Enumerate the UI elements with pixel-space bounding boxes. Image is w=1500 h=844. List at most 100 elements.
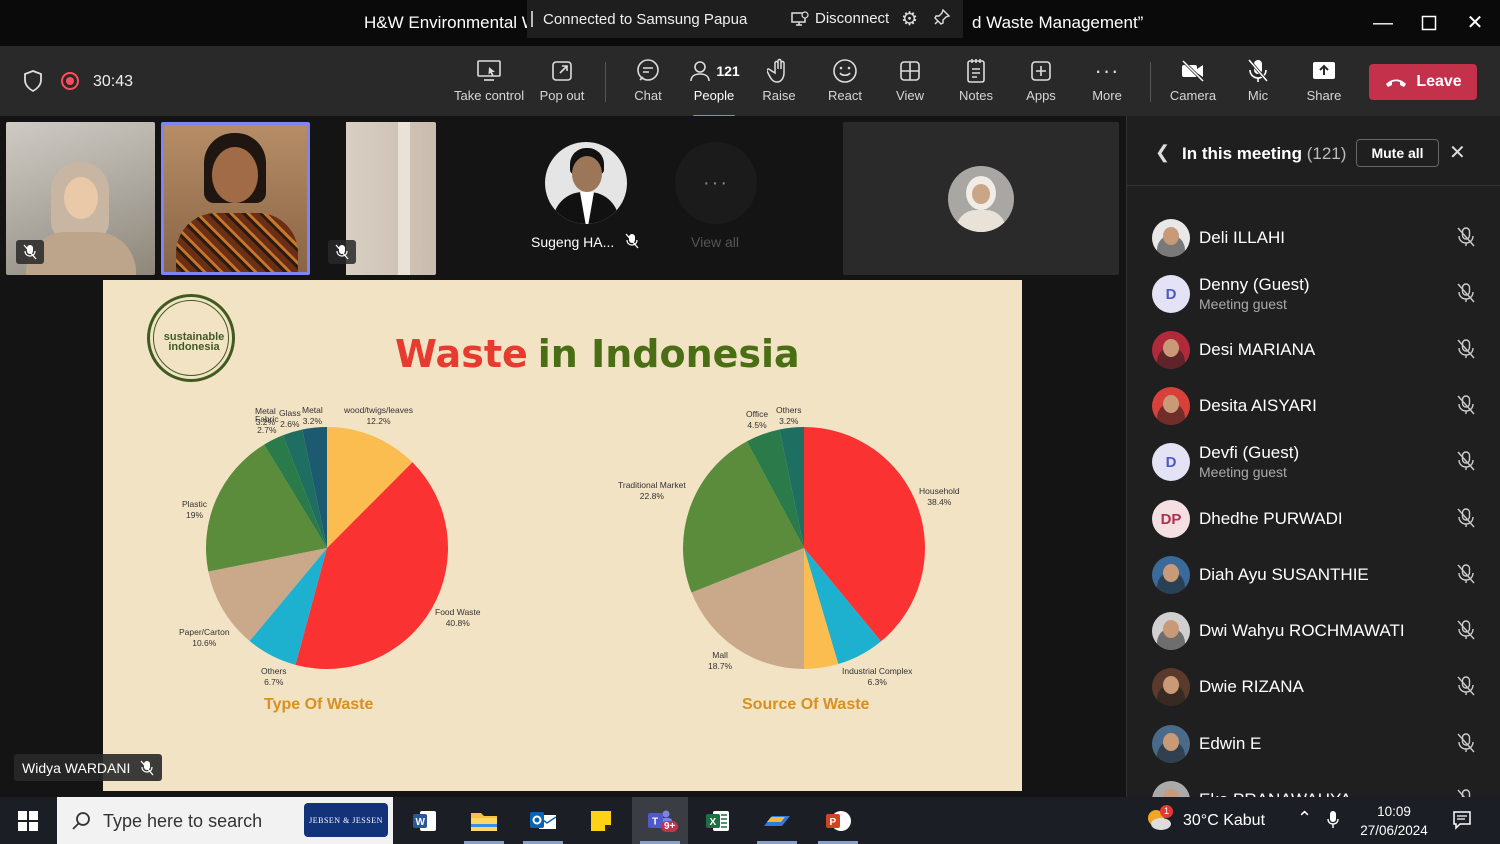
people-button[interactable]: 121 People bbox=[679, 56, 749, 118]
mic-off-icon bbox=[1457, 227, 1475, 247]
panel-title: In this meeting (121) bbox=[1182, 144, 1346, 164]
mic-button[interactable]: Mic bbox=[1223, 56, 1293, 112]
participant-avatar[interactable] bbox=[545, 142, 627, 224]
presenter-name: Widya WARDANI bbox=[22, 759, 131, 776]
mic-off-icon bbox=[1457, 283, 1475, 303]
pie-label-value: 10.6% bbox=[192, 638, 217, 648]
mute-all-button[interactable]: Mute all bbox=[1356, 139, 1439, 167]
camera-off-icon bbox=[1158, 56, 1228, 86]
participant-name: Deli ILLAHI bbox=[1199, 228, 1285, 247]
participant-row[interactable]: D Devfi (Guest) Meeting guest bbox=[1127, 434, 1500, 490]
pie-label-value: 3.2% bbox=[302, 416, 323, 426]
powerpoint-app[interactable]: P bbox=[810, 797, 866, 844]
participant-row[interactable]: Desita AISYARI bbox=[1127, 378, 1500, 434]
excel-app[interactable]: X bbox=[690, 797, 746, 844]
weather-alert-badge: 1 bbox=[1160, 805, 1173, 818]
shield-icon[interactable] bbox=[23, 70, 43, 97]
participant-name: Dwie RIZANA bbox=[1199, 677, 1304, 696]
pie-label-value: 3.2% bbox=[779, 416, 799, 426]
participant-avatar bbox=[1152, 387, 1190, 425]
more-label: More bbox=[1092, 88, 1122, 103]
share-icon bbox=[1289, 56, 1359, 86]
notification-center-icon[interactable] bbox=[1452, 810, 1472, 830]
mic-off-icon bbox=[1457, 676, 1475, 696]
pop-out-button[interactable]: Pop out bbox=[527, 56, 597, 112]
active-speaker-video-tile[interactable] bbox=[161, 122, 310, 275]
svg-text:W: W bbox=[416, 817, 426, 828]
chevron-left-icon[interactable]: ❮ bbox=[1155, 142, 1170, 163]
avatar-photo bbox=[1163, 339, 1179, 357]
notes-button[interactable]: Notes bbox=[941, 56, 1011, 112]
apps-button[interactable]: Apps bbox=[1006, 56, 1076, 112]
teams-app[interactable]: T 9+ bbox=[632, 797, 688, 844]
raise-hand-button[interactable]: Raise bbox=[744, 56, 814, 112]
chevron-up-icon[interactable]: ⌃ bbox=[1297, 808, 1312, 829]
participant-row[interactable]: DP Dhedhe PURWADI bbox=[1127, 491, 1500, 547]
taskbar-clock[interactable]: 10:09 27/06/2024 bbox=[1346, 802, 1442, 840]
taskbar-search-box[interactable]: Type here to search JEBSEN & JESSEN bbox=[57, 797, 393, 844]
pinned-app[interactable] bbox=[749, 797, 805, 844]
mic-off-icon bbox=[1457, 339, 1475, 359]
pie-label-value: 6.3% bbox=[867, 677, 887, 687]
notes-label: Notes bbox=[959, 88, 993, 103]
people-label: People bbox=[693, 88, 735, 103]
view-button[interactable]: View bbox=[875, 56, 945, 112]
participant-row[interactable]: D Denny (Guest) Meeting guest bbox=[1127, 266, 1500, 322]
weather-text[interactable]: 30°C Kabut bbox=[1183, 812, 1265, 830]
take-control-icon bbox=[454, 56, 524, 86]
grid-view-icon bbox=[875, 56, 945, 86]
participant-video-tile[interactable] bbox=[843, 122, 1119, 275]
react-button[interactable]: React bbox=[810, 56, 880, 112]
muted-badge bbox=[328, 240, 356, 264]
participant-row[interactable]: Dwi Wahyu ROCHMAWATI bbox=[1127, 603, 1500, 659]
start-button[interactable] bbox=[0, 797, 56, 844]
participant-avatar bbox=[1152, 668, 1190, 706]
muted-badge bbox=[16, 240, 44, 264]
participant-video-tile[interactable] bbox=[6, 122, 155, 275]
participant-row[interactable]: Dwie RIZANA bbox=[1127, 659, 1500, 715]
outlook-app[interactable] bbox=[515, 797, 571, 844]
wall-edge bbox=[398, 122, 410, 275]
settings-gear-icon[interactable]: ⚙ bbox=[901, 8, 918, 31]
close-window-button[interactable]: ✕ bbox=[1460, 8, 1490, 38]
jebsen-jessen-brand[interactable]: JEBSEN & JESSEN bbox=[304, 803, 388, 837]
sticky-notes-app[interactable] bbox=[573, 797, 629, 844]
chat-button[interactable]: Chat bbox=[613, 56, 683, 112]
apps-label: Apps bbox=[1026, 88, 1056, 103]
window-title-continued: d Waste Management” bbox=[972, 13, 1144, 32]
avatar-face bbox=[572, 156, 602, 192]
pie-label-value: 40.8% bbox=[445, 618, 470, 628]
drag-handle-icon[interactable] bbox=[531, 11, 533, 27]
more-button[interactable]: ··· More bbox=[1072, 56, 1142, 112]
participant-avatar bbox=[948, 166, 1014, 232]
camera-button[interactable]: Camera bbox=[1158, 56, 1228, 112]
take-control-button[interactable]: Take control bbox=[454, 56, 524, 112]
participant-row[interactable]: Desi MARIANA bbox=[1127, 322, 1500, 378]
pie-label: Glass 2.6% bbox=[279, 408, 301, 430]
view-label: View bbox=[896, 88, 924, 103]
pin-icon[interactable] bbox=[933, 8, 951, 31]
participant-video-tile[interactable] bbox=[316, 122, 436, 275]
logo-line2: indonesia bbox=[168, 341, 220, 353]
panel-title-text: In this meeting bbox=[1182, 144, 1302, 163]
participant-row[interactable]: Diah Ayu SUSANTHIE bbox=[1127, 547, 1500, 603]
leave-button[interactable]: Leave bbox=[1369, 64, 1477, 100]
view-all-button[interactable]: ··· bbox=[675, 142, 757, 224]
participant-row[interactable]: Edwin E bbox=[1127, 716, 1500, 772]
participant-name: Dhedhe PURWADI bbox=[1199, 509, 1343, 528]
share-button[interactable]: Share bbox=[1289, 56, 1359, 112]
minimize-button[interactable]: — bbox=[1368, 8, 1398, 38]
participant-row[interactable]: Deli ILLAHI bbox=[1127, 210, 1500, 266]
maximize-button[interactable] bbox=[1414, 8, 1444, 38]
take-control-label: Take control bbox=[454, 88, 525, 103]
camera-label: Camera bbox=[1169, 88, 1217, 103]
word-app[interactable]: W bbox=[397, 797, 453, 844]
pie-label: Office 4.5% bbox=[746, 409, 768, 431]
file-explorer-app[interactable] bbox=[456, 797, 512, 844]
mic-off-icon bbox=[625, 233, 639, 249]
disconnect-button[interactable]: Disconnect bbox=[791, 10, 889, 27]
microphone-icon[interactable] bbox=[1326, 810, 1340, 830]
pie-label: Plastic 19% bbox=[182, 499, 207, 521]
close-icon[interactable]: ✕ bbox=[1449, 140, 1466, 165]
pie-label: wood/twigs/leaves 12.2% bbox=[344, 405, 413, 427]
